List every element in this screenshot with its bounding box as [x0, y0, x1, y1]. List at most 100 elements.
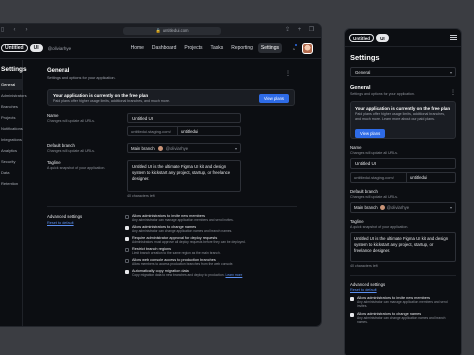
- top-navigation: Untitled UI @oliviarhye Home Dashboard P…: [0, 38, 321, 59]
- checkbox[interactable]: [125, 215, 129, 219]
- more-options-icon[interactable]: ⋮: [450, 89, 456, 96]
- mobile-section-subtitle: Settings and options for your applicatio…: [350, 92, 415, 96]
- checkbox[interactable]: [125, 226, 129, 230]
- check-change-names[interactable]: Allow administrators to change names Any …: [350, 312, 456, 324]
- branch-avatar: [157, 145, 163, 151]
- chevron-down-icon: ▾: [449, 205, 452, 210]
- check-change-names[interactable]: Allow administrators to change names Any …: [125, 225, 275, 233]
- tagline-row: Tagline A quick snapshot of your applica…: [47, 160, 297, 198]
- more-options-icon[interactable]: ⋮: [285, 70, 291, 77]
- plan-title: Your application is currently on the fre…: [53, 93, 149, 98]
- check-deploy-approval[interactable]: Require administrator approval for deplo…: [125, 236, 275, 244]
- nav-settings[interactable]: Settings: [257, 43, 282, 53]
- mobile-section-title: General: [350, 85, 371, 91]
- check-restrict-regions[interactable]: Restrict branch regions Limit branch crea…: [125, 247, 275, 255]
- branch-avatar: [379, 205, 385, 210]
- sidebar-title: Settings: [1, 66, 27, 73]
- tagline-textarea[interactable]: Untitled UI is the ultimate Figma UI kit…: [127, 160, 241, 192]
- logo[interactable]: Untitled UI: [1, 44, 43, 52]
- reset-default-link[interactable]: Reset to default: [47, 221, 125, 225]
- sidebar-item-administrators[interactable]: Administrators: [0, 90, 27, 101]
- check-invite-members[interactable]: Allow administrators to invite new membe…: [350, 296, 456, 308]
- share-icon[interactable]: ⇪: [284, 27, 291, 34]
- sidebar-item-security[interactable]: Security: [0, 156, 22, 167]
- tagline-textarea[interactable]: Untitled UI is the ultimate Figma UI kit…: [350, 232, 456, 262]
- sidebar-item-general[interactable]: General: [0, 79, 22, 90]
- divider: [350, 275, 456, 276]
- checkbox[interactable]: [350, 313, 354, 317]
- address-bar[interactable]: 🔒 untitledui.com: [123, 26, 221, 35]
- plan-title: Your application is currently on the fre…: [355, 106, 451, 111]
- sidebar-item-data-retention[interactable]: Data Retention: [0, 167, 22, 186]
- sidebar-item-notifications[interactable]: Notifications: [0, 123, 23, 134]
- logo[interactable]: Untitled UI: [349, 33, 389, 42]
- settings-main: General Settings and options for your ap…: [47, 60, 297, 280]
- new-tab-icon[interactable]: +: [296, 27, 303, 34]
- branch-sub: Changes will update all URLs.: [47, 149, 95, 153]
- name-label: Name: [47, 113, 59, 118]
- nav-dashboard[interactable]: Dashboard: [149, 43, 179, 53]
- tagline-label: Tagline: [47, 160, 61, 165]
- lock-icon: 🔒: [155, 27, 161, 33]
- nav-home[interactable]: Home: [128, 43, 147, 53]
- nav-tasks[interactable]: Tasks: [207, 43, 226, 53]
- mobile-window: Untitled UI Settings General ▾ ⋮ General…: [344, 28, 462, 355]
- advanced-label: Advanced settings: [350, 282, 386, 287]
- sidebar-item-analytics[interactable]: Analytics: [0, 145, 22, 156]
- branch-handle: @oliviarhye: [386, 205, 410, 210]
- back-icon[interactable]: ‹: [11, 27, 18, 34]
- logo-word: Untitled: [1, 44, 28, 52]
- checkbox[interactable]: [350, 297, 354, 301]
- check-sub: Administrators must approve all deploy r…: [132, 240, 246, 244]
- logo-mark: UI: [29, 44, 43, 52]
- logo-word: Untitled: [349, 33, 375, 42]
- section-select[interactable]: General ▾: [350, 67, 456, 77]
- view-plans-button[interactable]: View plans: [355, 129, 386, 138]
- check-web-console[interactable]: Allow web console access to production b…: [125, 258, 275, 266]
- check-copy-migration[interactable]: Automatically copy migration data Copy mi…: [125, 269, 275, 277]
- avatar[interactable]: [302, 42, 313, 54]
- browser-toolbar: ▯ ‹ › 🔒 untitledui.com ⇪ + ❐: [0, 24, 321, 38]
- check-invite-members[interactable]: Allow administrators to invite new membe…: [125, 214, 275, 222]
- sidebar-item-integrations[interactable]: Integrations: [0, 134, 22, 145]
- name-label: Name: [350, 145, 362, 150]
- url-prefix: untitledui.staging.com/: [128, 127, 178, 135]
- free-plan-banner: Your application is currently on the fre…: [47, 89, 295, 106]
- reset-default-link[interactable]: Reset to default: [350, 288, 456, 292]
- tagline-label: Tagline: [350, 219, 364, 224]
- name-input[interactable]: Untitled UI: [350, 158, 456, 169]
- tagline-sub: A quick snapshot of your application.: [350, 225, 409, 229]
- mobile-header: Untitled UI: [345, 29, 461, 47]
- forward-icon[interactable]: ›: [23, 27, 30, 34]
- bell-icon[interactable]: ◔: [289, 43, 297, 53]
- branch-select[interactable]: Main branch @oliviarhye ▾: [127, 143, 241, 153]
- checkbox[interactable]: [125, 237, 129, 241]
- view-plans-button[interactable]: View plans: [258, 94, 289, 103]
- nav-reporting[interactable]: Reporting: [228, 43, 256, 53]
- tabs-icon[interactable]: ❐: [308, 27, 315, 34]
- branch-select[interactable]: Main branch @oliviarhye ▾: [350, 202, 456, 213]
- learn-more-link[interactable]: Learn more: [225, 273, 242, 277]
- sidebar-item-projects[interactable]: Projects: [0, 112, 22, 123]
- plan-text: Paid plans offer higher usage limits, ad…: [355, 112, 446, 121]
- checkbox[interactable]: [125, 259, 129, 263]
- section-title: General: [47, 68, 70, 74]
- name-sub: Changes will update all URLs.: [47, 119, 95, 123]
- name-input[interactable]: Untitled UI: [127, 113, 241, 123]
- checkbox[interactable]: [125, 248, 129, 252]
- nav-projects[interactable]: Projects: [181, 43, 205, 53]
- section-subtitle: Settings and options for your applicatio…: [47, 76, 116, 80]
- workspace-handle: @oliviarhye: [47, 45, 72, 51]
- name-row: Name Changes will update all URLs. Untit…: [47, 113, 297, 136]
- checkbox[interactable]: [125, 270, 129, 274]
- url-input[interactable]: untitledui.staging.com/ untitledui: [350, 172, 456, 183]
- url-input[interactable]: untitledui.staging.com/ untitledui: [127, 126, 241, 136]
- branch-label: Default branch: [47, 143, 75, 148]
- sidebar-toggle-icon[interactable]: ▯: [0, 27, 6, 34]
- advanced-label: Advanced settings: [47, 214, 83, 219]
- branch-label: Default branch: [350, 189, 378, 194]
- name-sub: Changes will update all URLs.: [350, 151, 398, 155]
- sidebar-item-branches[interactable]: Branches: [0, 101, 22, 112]
- menu-icon[interactable]: [450, 35, 457, 40]
- branch-value: Main branch: [354, 205, 378, 210]
